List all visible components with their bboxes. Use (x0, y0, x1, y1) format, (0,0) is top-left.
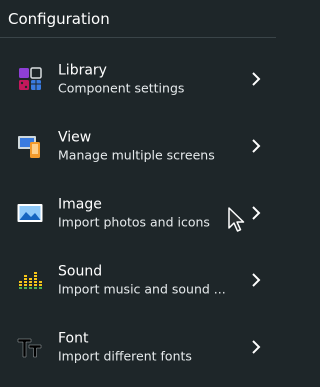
menu-item-sound[interactable]: Sound Import music and sound ... (0, 246, 276, 313)
chevron-right-icon[interactable] (251, 138, 261, 153)
menu-item-title: Library (58, 62, 107, 78)
menu-item-subtitle: Import photos and icons (58, 214, 210, 229)
menu-item-subtitle: Manage multiple screens (58, 147, 215, 162)
chevron-right-icon[interactable] (251, 339, 261, 354)
mouse-cursor-icon (228, 207, 245, 232)
chevron-right-icon[interactable] (251, 205, 261, 220)
menu-item-view[interactable]: View Manage multiple screens (0, 112, 276, 179)
font-icon (17, 338, 42, 357)
chevron-right-icon[interactable] (251, 272, 261, 287)
panel-header: Configuration (0, 0, 276, 38)
menu-item-title: Image (58, 196, 102, 212)
image-icon (17, 203, 43, 222)
menu-item-subtitle: Import music and sound ... (58, 281, 226, 296)
menu-item-title: Sound (58, 263, 103, 279)
menu-item-subtitle: Import different fonts (58, 348, 192, 363)
menu-item-library[interactable]: Library Component settings (0, 45, 276, 112)
panel-title: Configuration (8, 9, 110, 28)
equalizer-icon (19, 271, 42, 289)
chevron-right-icon[interactable] (251, 71, 261, 86)
library-icon (19, 66, 42, 90)
menu-item-title: View (58, 129, 92, 145)
menu-item-font[interactable]: Font Import different fonts (0, 313, 276, 380)
menu-item-subtitle: Component settings (58, 80, 185, 95)
menu-item-title: Font (58, 330, 89, 346)
devices-icon (18, 135, 40, 158)
